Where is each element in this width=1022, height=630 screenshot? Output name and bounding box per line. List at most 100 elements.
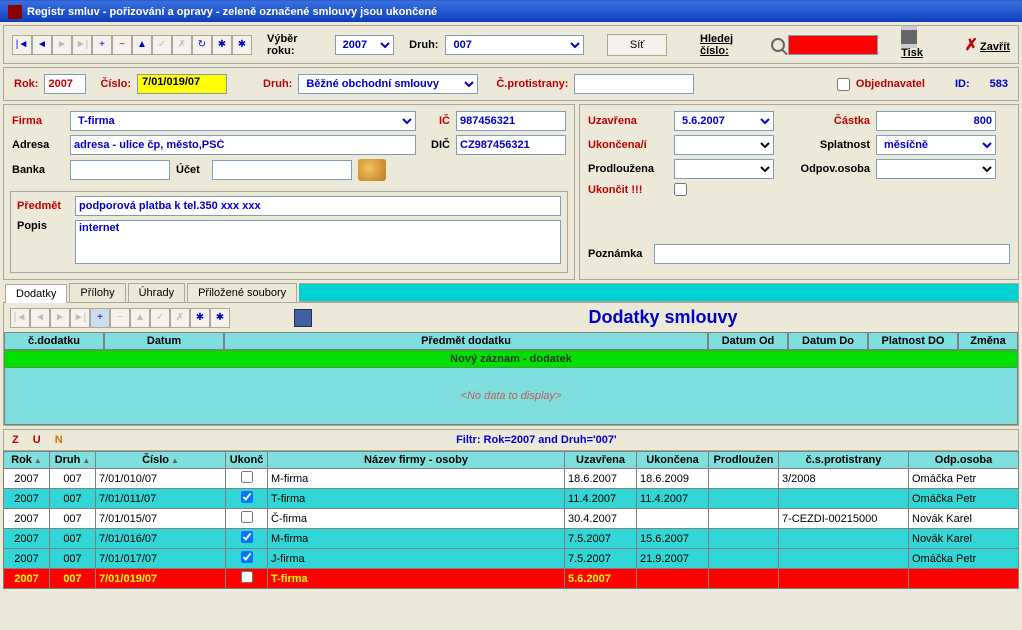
d-last-button[interactable]: ►| [70,308,90,328]
row-ukonc-check[interactable] [241,551,253,563]
col-zmena[interactable]: Změna [958,332,1018,350]
druh-select[interactable]: 007 [445,35,584,55]
ukoncit-check[interactable] [674,183,687,196]
cproti-field[interactable] [574,74,694,94]
adresa-field[interactable] [70,135,416,155]
grid-row[interactable]: 20070077/01/019/07T-firma5.6.2007 [4,569,1019,589]
edit-button[interactable]: ▲ [132,35,152,55]
dic-field[interactable] [456,135,566,155]
col-platnost[interactable]: Platnost DO [868,332,958,350]
flag-n[interactable]: N [55,434,63,446]
gcol-ukoncena[interactable]: Ukončena [637,452,709,469]
col-datum[interactable]: Datum [104,332,224,350]
grid-row[interactable]: 20070077/01/016/07M-firma7.5.200715.6.20… [4,529,1019,549]
gcol-firma[interactable]: Název firmy - osoby [268,452,565,469]
cislo-field[interactable]: 7/01/019/07 [137,74,227,94]
flag-z[interactable]: Z [12,434,19,446]
splatnost-field[interactable]: měsíčně [876,135,996,155]
d-star2-button[interactable]: ✱ [210,308,230,328]
d-delete-button[interactable]: − [110,308,130,328]
sit-button[interactable]: Síť [607,34,667,56]
refresh-button[interactable]: ↻ [192,35,212,55]
add-button[interactable]: + [92,35,112,55]
next-button[interactable]: ► [52,35,72,55]
gcol-druh[interactable]: Druh▲ [50,452,96,469]
gcol-prodlouzen[interactable]: Prodloužen [709,452,779,469]
prev-button[interactable]: ◄ [32,35,52,55]
close-link[interactable]: ✗Zavřít [965,35,1010,55]
gcol-uzavrena[interactable]: Uzavřena [565,452,637,469]
gcol-ukonc[interactable]: Ukonč [226,452,268,469]
prodlouzena-field[interactable] [674,159,774,179]
gcol-cislo[interactable]: Číslo▲ [96,452,226,469]
filter-text: Filtr: Rok=2007 and Druh='007' [456,434,617,446]
d-next-button[interactable]: ► [50,308,70,328]
row-ukonc-check[interactable] [241,471,253,483]
col-do[interactable]: Datum Do [788,332,868,350]
predmet-label: Předmět [17,200,69,212]
grid-row[interactable]: 20070077/01/011/07T-firma11.4.200711.4.2… [4,489,1019,509]
first-button[interactable]: |◄ [12,35,32,55]
gcol-cs[interactable]: č.s.protistrany [779,452,909,469]
uzavrena-field[interactable]: 5.6.2007 [674,111,774,131]
gcol-rok[interactable]: Rok▲ [4,452,50,469]
rok-field[interactable] [44,74,86,94]
d-prev-button[interactable]: ◄ [30,308,50,328]
row-ukonc-check[interactable] [241,491,253,503]
flag-u[interactable]: U [33,434,41,446]
new-record-row[interactable]: Nový záznam - dodatek [4,350,1018,368]
d-cancel-button[interactable]: ✗ [170,308,190,328]
tab-prilohy[interactable]: Přílohy [69,283,125,302]
delete-button[interactable]: − [112,35,132,55]
tab-uhrady[interactable]: Úhrady [128,283,185,302]
druh2-label: Druh: [263,78,292,90]
d-first-button[interactable]: |◄ [10,308,30,328]
row-ukonc-check[interactable] [241,531,253,543]
last-button[interactable]: ►| [72,35,92,55]
gcol-odp[interactable]: Odp.osoba [909,452,1019,469]
tab-filler [299,283,1019,302]
grid-row[interactable]: 20070077/01/015/07Č-firma30.4.20077-CEZD… [4,509,1019,529]
handshake-icon[interactable] [358,159,386,181]
predmet-field[interactable] [75,196,561,216]
col-predmet[interactable]: Předmět dodatku [224,332,708,350]
star2-button[interactable]: ✱ [232,35,252,55]
ukoncena-field[interactable] [674,135,774,155]
odpov-field[interactable] [876,159,996,179]
search-icon[interactable] [771,38,785,52]
ic-label: IČ [422,115,450,127]
contracts-grid[interactable]: Rok▲ Druh▲ Číslo▲ Ukonč Název firmy - os… [3,451,1019,589]
d-star-button[interactable]: ✱ [190,308,210,328]
col-od[interactable]: Datum Od [708,332,788,350]
objednavatel-check[interactable] [837,78,850,91]
clipboard-icon[interactable] [294,309,312,327]
d-confirm-button[interactable]: ✓ [150,308,170,328]
poznamka-field[interactable] [654,244,1010,264]
banka-field[interactable] [70,160,170,180]
cislo-label: Číslo: [100,78,131,90]
col-cdodatku[interactable]: č.dodatku [4,332,104,350]
print-link[interactable]: Tisk [901,30,942,59]
dodatky-panel: |◄ ◄ ► ►| + − ▲ ✓ ✗ ✱ ✱ Dodatky smlouvy … [3,302,1019,426]
confirm-button[interactable]: ✓ [152,35,172,55]
firma-select[interactable]: T-firma [70,111,416,131]
row-ukonc-check[interactable] [241,571,253,583]
tabs: Dodatky Přílohy Úhrady Přiložené soubory [3,283,1019,302]
tab-dodatky[interactable]: Dodatky [5,284,67,303]
search-input[interactable] [788,35,878,55]
grid-row[interactable]: 20070077/01/010/07M-firma18.6.200718.6.2… [4,469,1019,489]
grid-row[interactable]: 20070077/01/017/07J-firma7.5.200721.9.20… [4,549,1019,569]
cancel-button[interactable]: ✗ [172,35,192,55]
ucet-field[interactable] [212,160,352,180]
d-edit-button[interactable]: ▲ [130,308,150,328]
star1-button[interactable]: ✱ [212,35,232,55]
d-add-button[interactable]: + [90,308,110,328]
row-ukonc-check[interactable] [241,511,253,523]
ic-field[interactable] [456,111,566,131]
druh2-select[interactable]: Běžné obchodní smlouvy [298,74,478,94]
tab-soubory[interactable]: Přiložené soubory [187,283,297,302]
year-select[interactable]: 2007 [335,35,395,55]
search-label[interactable]: Hledej číslo: [700,33,764,57]
popis-field[interactable]: internet [75,220,561,264]
castka-field[interactable] [876,111,996,131]
